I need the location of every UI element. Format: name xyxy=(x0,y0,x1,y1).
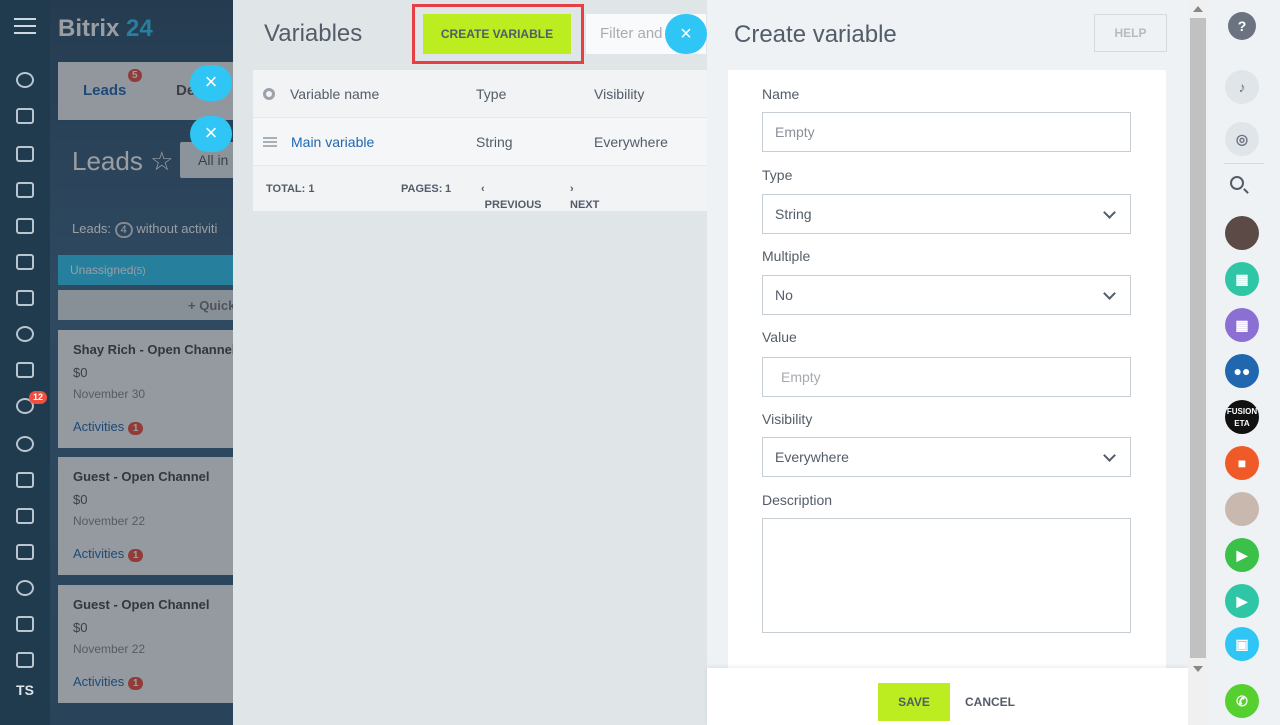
multiple-label: Multiple xyxy=(762,248,811,264)
drag-handle-icon[interactable] xyxy=(263,137,277,147)
box-icon[interactable] xyxy=(16,616,34,632)
description-textarea[interactable] xyxy=(762,518,1131,633)
pages-value: 1 xyxy=(445,183,452,195)
bell-icon[interactable]: ♪ xyxy=(1225,70,1259,104)
screen-share-icon[interactable]: ▣ xyxy=(1225,627,1259,661)
visibility-select[interactable]: Everywhere xyxy=(762,437,1131,477)
menu-icon[interactable] xyxy=(14,18,36,36)
visibility-label: Visibility xyxy=(762,411,813,427)
avatar-2[interactable] xyxy=(1225,492,1259,526)
next-page-link[interactable]: NEXT › xyxy=(570,183,599,211)
value-label: Value xyxy=(762,329,797,345)
name-field[interactable]: Empty xyxy=(762,112,1131,152)
create-variable-button[interactable]: CREATE VARIABLE xyxy=(423,14,571,54)
grid-footer: TOTAL: 1 PAGES: 1 ‹ PREVIOUS NEXT › xyxy=(253,167,753,211)
previous-page-link[interactable]: ‹ PREVIOUS xyxy=(481,183,542,211)
calendar-icon[interactable] xyxy=(16,182,34,198)
chat-icon[interactable]: ●● xyxy=(1225,354,1259,388)
scroll-down-icon[interactable] xyxy=(1193,666,1203,672)
description-label: Description xyxy=(762,492,833,508)
chevron-down-icon xyxy=(1103,206,1116,219)
user-initials[interactable]: TS xyxy=(0,682,50,698)
checkbox-icon[interactable] xyxy=(16,362,34,378)
column-visibility[interactable]: Visibility xyxy=(594,86,644,102)
type-select[interactable]: String xyxy=(762,194,1131,234)
scroll-up-icon[interactable] xyxy=(1193,6,1203,12)
phone-icon[interactable]: ✆ xyxy=(1225,684,1259,718)
drive-icon[interactable] xyxy=(16,254,34,270)
chevron-down-icon xyxy=(1103,449,1116,462)
tasks-icon[interactable] xyxy=(16,108,34,124)
overlay-dim xyxy=(50,0,233,725)
document-icon[interactable] xyxy=(16,218,34,234)
name-label: Name xyxy=(762,86,800,102)
pages-label: PAGES: xyxy=(401,183,443,195)
table-row[interactable]: Main variable String Everywhere xyxy=(253,118,753,166)
help-icon[interactable]: ? xyxy=(1228,12,1256,40)
target-icon[interactable] xyxy=(16,436,34,452)
value-field[interactable]: Empty xyxy=(762,357,1131,397)
column-type[interactable]: Type xyxy=(476,86,506,102)
calendar-icon-2[interactable]: ▦ xyxy=(1225,308,1259,342)
contacts-icon[interactable] xyxy=(16,544,34,560)
sync-icon[interactable] xyxy=(16,580,34,596)
settings-gear-icon[interactable] xyxy=(263,88,275,100)
scrollbar[interactable] xyxy=(1188,0,1208,725)
company-logo[interactable]: FUSION ETA xyxy=(1225,400,1259,434)
video-call-icon-2[interactable]: ▶ xyxy=(1225,584,1259,618)
type-label: Type xyxy=(762,167,793,183)
help-button[interactable]: HELP xyxy=(1094,14,1167,52)
chat-icon[interactable] xyxy=(16,146,34,162)
scroll-thumb[interactable] xyxy=(1190,18,1206,658)
close-slider-icon[interactable]: × xyxy=(190,65,232,101)
variables-panel: Variables CREATE VARIABLE Filter and × V… xyxy=(233,0,753,725)
feed-icon[interactable] xyxy=(16,72,34,88)
messages-icon[interactable]: ◎ xyxy=(1225,122,1259,156)
video-call-icon[interactable]: ▶ xyxy=(1225,538,1259,572)
variable-name-link[interactable]: Main variable xyxy=(291,134,374,150)
avatar[interactable] xyxy=(1225,216,1259,250)
grid-header: Variable name Type Visibility xyxy=(253,70,753,118)
multiple-select[interactable]: No xyxy=(762,275,1131,315)
column-variable-name[interactable]: Variable name xyxy=(290,86,379,102)
variable-form: Name Empty Type String Multiple No Value… xyxy=(728,70,1166,668)
groups-icon[interactable] xyxy=(16,326,34,342)
create-variable-panel: Create variable HELP Name Empty Type Str… xyxy=(707,0,1188,725)
create-variable-title: Create variable xyxy=(734,21,897,48)
variables-title: Variables xyxy=(264,20,363,47)
right-bar: ? ♪ ◎ ▦ ▦ ●● FUSION ETA ■ ▶ ▶ ▣ ✆ xyxy=(1208,0,1280,725)
total-count: TOTAL: 1 xyxy=(266,183,315,195)
form-footer: SAVE CANCEL xyxy=(707,668,1188,725)
close-icon[interactable]: × xyxy=(665,14,707,54)
variable-type: String xyxy=(476,134,513,150)
cancel-button[interactable]: CANCEL xyxy=(965,683,1015,721)
crm-badge: 12 xyxy=(29,391,48,404)
calendar-icon[interactable]: ▦ xyxy=(1225,262,1259,296)
divider xyxy=(1224,163,1264,164)
close-slider-icon-2[interactable]: × xyxy=(190,116,232,152)
left-navigation: 12 TS xyxy=(0,0,50,725)
save-button[interactable]: SAVE xyxy=(878,683,950,721)
variable-visibility: Everywhere xyxy=(594,134,668,150)
box-icon-2[interactable] xyxy=(16,652,34,668)
chevron-down-icon xyxy=(1103,287,1116,300)
mail-icon[interactable] xyxy=(16,290,34,306)
search-icon[interactable] xyxy=(1230,176,1244,190)
sites-icon[interactable] xyxy=(16,472,34,488)
cart-icon[interactable] xyxy=(16,508,34,524)
variables-grid: Variable name Type Visibility Main varia… xyxy=(253,70,753,211)
lock-icon[interactable]: ■ xyxy=(1225,446,1259,480)
